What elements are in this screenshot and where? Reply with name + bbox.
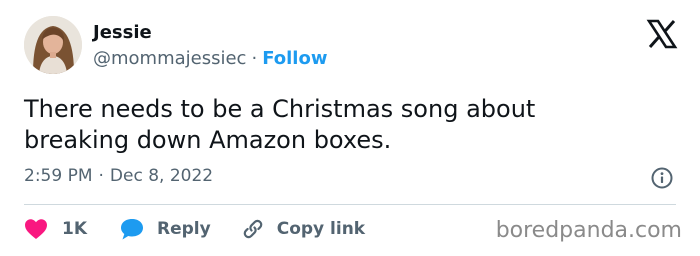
- handle-separator: ·: [251, 48, 258, 69]
- tweet-date[interactable]: Dec 8, 2022: [110, 166, 213, 186]
- tweet-time[interactable]: 2:59 PM: [24, 166, 93, 186]
- speech-bubble-icon: [119, 217, 145, 241]
- author-handle[interactable]: @mommajessiec: [93, 48, 246, 69]
- link-icon: [241, 217, 265, 241]
- watermark: boredpanda.com: [495, 218, 682, 243]
- heart-icon: [24, 218, 48, 240]
- like-count: 1K: [62, 219, 88, 239]
- avatar[interactable]: [24, 16, 82, 74]
- tweet-timestamp: 2:59 PM · Dec 8, 2022: [24, 166, 213, 186]
- tweet-text: There needs to be a Christmas song about…: [24, 95, 536, 154]
- tweet-actions: 1K Reply Copy link: [24, 214, 365, 244]
- tweet-card: Jessie @mommajessiec · Follow There needs …: [0, 0, 700, 256]
- like-button[interactable]: 1K: [24, 218, 87, 240]
- follow-button[interactable]: Follow: [262, 48, 327, 69]
- author-handle-row: @mommajessiec · Follow: [93, 48, 327, 69]
- avatar-image: [24, 16, 82, 74]
- divider: [24, 204, 676, 205]
- timestamp-separator: ·: [98, 166, 104, 186]
- author-name[interactable]: Jessie: [93, 22, 152, 43]
- copy-link-button[interactable]: Copy link: [241, 217, 365, 241]
- x-logo-icon[interactable]: [646, 18, 678, 50]
- reply-button[interactable]: Reply: [119, 217, 211, 241]
- copy-link-label: Copy link: [276, 219, 366, 239]
- info-icon[interactable]: [650, 166, 674, 190]
- reply-label: Reply: [157, 219, 211, 239]
